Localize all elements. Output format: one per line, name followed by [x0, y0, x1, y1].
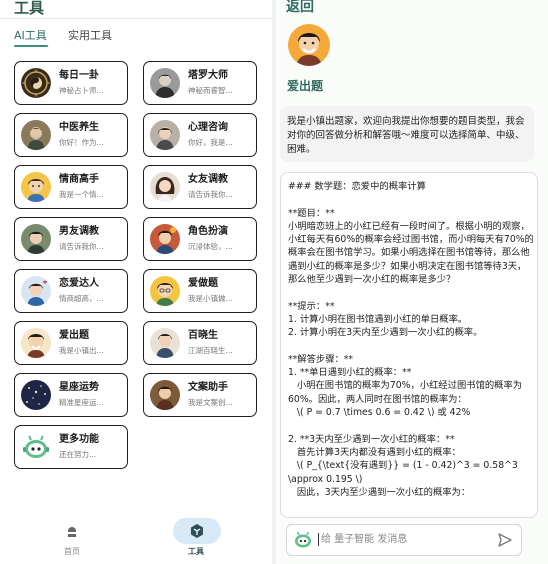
response-text: ### 数学题：恋爱中的概率计算 **题目：** 小明暗恋班上的小红已经有一段时… — [288, 181, 534, 498]
tool-card-desc: 我是小镇出... — [59, 346, 104, 355]
tool-card-eq[interactable]: 情商高手 我是一个情... — [14, 165, 128, 209]
counselor-avatar — [150, 120, 180, 150]
page-title: 工具 — [14, 0, 45, 17]
tool-card-desc: 你好，我是... — [188, 138, 233, 147]
home-icon — [64, 523, 80, 543]
boyfriend-avatar — [21, 224, 51, 254]
tool-card-desc: 还在努力... — [59, 450, 97, 459]
tab-active-indicator — [14, 45, 48, 47]
tool-card-title: 男友调教 — [59, 226, 99, 237]
send-icon[interactable] — [497, 532, 513, 552]
baixiaosheng-avatar — [150, 328, 180, 358]
tool-card-title: 情商高手 — [59, 174, 99, 185]
tool-card-title: 心理咨询 — [188, 122, 228, 133]
tool-card-quiz-maker[interactable]: 爱出题 我是小镇出... — [14, 321, 128, 365]
nav-label: 工具 — [188, 547, 204, 556]
nav-label: 首页 — [64, 547, 80, 556]
tool-card-bagua[interactable]: 每日一卦 神秘占卜师... — [14, 61, 128, 105]
tool-card-more[interactable]: 更多功能 还在努力... — [14, 425, 128, 469]
girlfriend-avatar — [150, 172, 180, 202]
horoscope-avatar — [21, 380, 51, 410]
copywriter-avatar — [150, 380, 180, 410]
input-placeholder: 给 量子智能 发消息 — [321, 534, 408, 545]
tool-card-desc: 精准星座运... — [59, 398, 104, 407]
tool-card-quiz-solver[interactable]: 爱做题 我是小镇做... — [143, 269, 257, 313]
text-cursor — [318, 533, 319, 546]
tool-card-desc: 请告诉我你... — [59, 242, 104, 251]
tool-card-title: 恋爱达人 — [59, 278, 99, 289]
robot-icon — [293, 530, 313, 554]
tool-card-desc: 我是一个情... — [59, 190, 104, 199]
tool-card-desc: 神秘而睿智... — [188, 86, 233, 95]
tool-card-boyfriend[interactable]: 男友调教 请告诉我你... — [14, 217, 128, 261]
tarot-master-avatar — [150, 68, 180, 98]
quiz-maker-avatar — [21, 328, 51, 358]
tool-card-desc: 江湖百晓生... — [188, 346, 233, 355]
roleplay-avatar — [150, 224, 180, 254]
message-input[interactable]: 给 量子智能 发消息 — [286, 524, 522, 556]
quiz-maker-avatar — [288, 24, 330, 66]
tool-card-title: 文案助手 — [188, 382, 228, 393]
tool-card-tcm[interactable]: 中医养生 你好！作为... — [14, 113, 128, 157]
chat-panel: 返回 爱出题 我是小镇出题家，欢迎向我提出你想要的题目类型，我会对你的回答做分析… — [276, 0, 548, 564]
tool-card-desc: 神秘占卜师... — [59, 86, 104, 95]
tcm-doctor-avatar — [21, 120, 51, 150]
love-expert-avatar — [21, 276, 51, 306]
nav-tools[interactable]: 工具 — [172, 518, 224, 562]
tool-card-desc: 我是文案创... — [188, 398, 233, 407]
bagua-avatar — [21, 68, 51, 98]
tool-card-desc: 沉浸体验，... — [188, 242, 233, 251]
tab-ai-tools[interactable]: AI工具 — [14, 30, 47, 42]
tool-card-title: 百晓生 — [188, 330, 218, 341]
eq-master-avatar — [21, 172, 51, 202]
tool-card-title: 爱出题 — [59, 330, 89, 341]
tools-icon — [189, 523, 205, 543]
tool-card-desc: 请告诉我你... — [188, 190, 233, 199]
tab-utility-tools[interactable]: 实用工具 — [68, 30, 112, 42]
tool-card-horoscope[interactable]: 星座运势 精准星座运... — [14, 373, 128, 417]
tool-card-girlfriend[interactable]: 女友调教 请告诉我你... — [143, 165, 257, 209]
bot-intro-message: 我是小镇出题家，欢迎向我提出你想要的题目类型，我会对你的回答做分析和解答哦～难度… — [280, 106, 534, 162]
tool-card-desc: 我是小镇做... — [188, 294, 233, 303]
bottom-nav: 首页 工具 — [0, 512, 272, 564]
tool-card-counseling[interactable]: 心理咨询 你好，我是... — [143, 113, 257, 157]
robot-avatar — [21, 432, 51, 462]
tool-card-title: 星座运势 — [59, 382, 99, 393]
bot-name: 爱出题 — [287, 79, 324, 93]
tool-card-baixiaosheng[interactable]: 百晓生 江湖百晓生... — [143, 321, 257, 365]
tool-card-title: 角色扮演 — [188, 226, 228, 237]
tool-card-desc: 情商超高，... — [59, 294, 104, 303]
tool-card-copywriter[interactable]: 文案助手 我是文案创... — [143, 373, 257, 417]
tool-card-love-expert[interactable]: 恋爱达人 情商超高，... — [14, 269, 128, 313]
tool-card-title: 更多功能 — [59, 434, 99, 445]
tool-card-roleplay[interactable]: 角色扮演 沉浸体验，... — [143, 217, 257, 261]
tools-panel: 工具 AI工具 实用工具 每日一卦 神秘占卜师... 塔罗大师 神秘而睿智...… — [0, 0, 272, 564]
back-button[interactable]: 返回 — [286, 0, 314, 15]
tool-card-title: 每日一卦 — [59, 70, 99, 81]
tool-card-title: 女友调教 — [188, 174, 228, 185]
tool-card-title: 塔罗大师 — [188, 70, 228, 81]
quiz-solver-avatar — [150, 276, 180, 306]
tool-card-tarot[interactable]: 塔罗大师 神秘而睿智... — [143, 61, 257, 105]
intro-text: 我是小镇出题家，欢迎向我提出你想要的题目类型，我会对你的回答做分析和解答哦～难度… — [287, 116, 525, 155]
tool-card-desc: 你好！作为... — [59, 138, 104, 147]
header-divider — [0, 18, 272, 19]
nav-home[interactable]: 首页 — [48, 518, 96, 562]
tool-card-title: 爱做题 — [188, 278, 218, 289]
bot-response-message: ### 数学题：恋爱中的概率计算 **题目：** 小明暗恋班上的小红已经有一段时… — [280, 172, 538, 518]
tool-card-title: 中医养生 — [59, 122, 99, 133]
